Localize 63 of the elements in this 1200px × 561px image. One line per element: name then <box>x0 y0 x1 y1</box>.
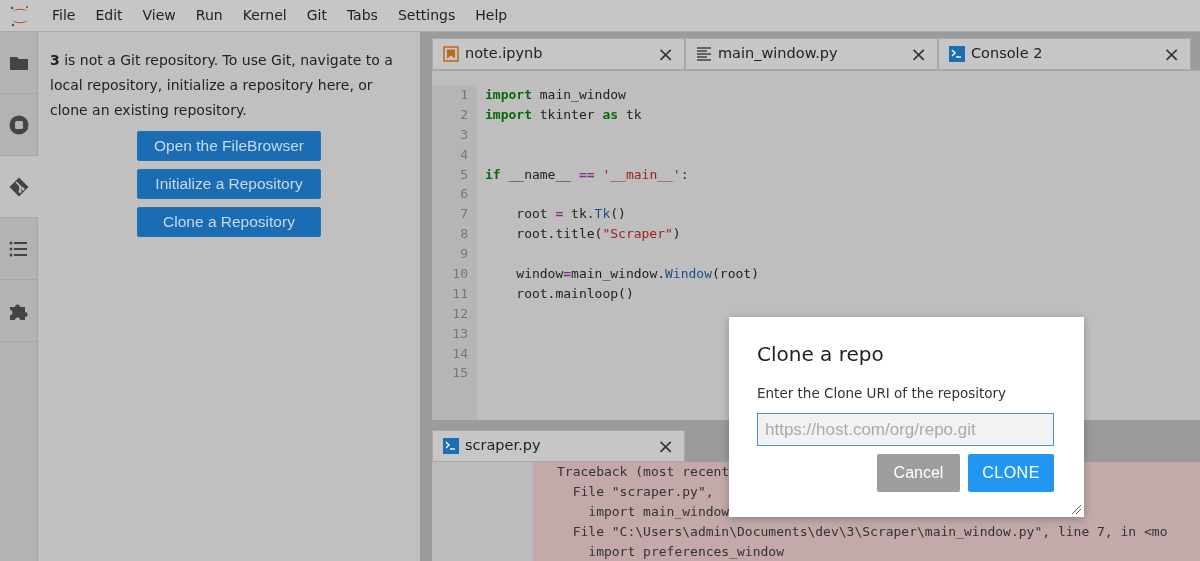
menu-item[interactable]: Tabs <box>336 5 388 26</box>
stop-icon <box>8 114 29 135</box>
code-line: root.mainloop() <box>515 285 634 301</box>
git-action-button[interactable]: Open the FileBrowser <box>137 131 321 161</box>
close-button[interactable]: × <box>657 436 674 456</box>
tab-label: note.ipynb <box>465 44 543 64</box>
code-line: if __name__ == '__main__': <box>485 166 689 182</box>
output-line: File "C:\Users\admin\Documents\dev\3\Scraper\main_window.py", line 7, in <mo <box>571 523 1168 541</box>
output-line: File "scraper.py", <box>571 483 714 501</box>
editor-tab[interactable]: main_window.py × <box>685 38 938 70</box>
line-number: 15 <box>451 364 469 383</box>
editor-tab[interactable]: scraper.py × <box>432 430 685 462</box>
menu-item[interactable]: Settings <box>387 5 466 26</box>
line-number: 2 <box>459 105 469 124</box>
tab-label: main_window.py <box>718 44 838 64</box>
menu-item[interactable]: Edit <box>85 5 133 26</box>
tab-label: Console 2 <box>971 44 1043 64</box>
code-line: window=main_window.Window(root) <box>515 266 759 281</box>
line-number: 7 <box>459 205 469 224</box>
code-line: root.title("Scraper") <box>515 226 681 242</box>
git-message: 3 is not a Git repository. To use Git, navigate to a local repository, initialize a repository here, or clone an existing repository. <box>50 51 394 120</box>
git-action-button[interactable]: Initialize a Repository <box>137 169 321 199</box>
output-line: import preferences_window <box>587 543 784 561</box>
menu-item[interactable]: View <box>132 5 186 26</box>
menu-item[interactable]: Git <box>296 5 337 26</box>
output-line: Traceback (most recent <box>557 463 730 481</box>
text-file-icon <box>696 46 712 62</box>
sidebar-tab[interactable] <box>0 156 38 218</box>
dialog-title: Clone a repo <box>757 341 885 368</box>
line-number: 12 <box>451 304 469 323</box>
line-number: 1 <box>459 86 469 104</box>
terminal-icon <box>443 438 459 454</box>
close-button[interactable]: × <box>1163 44 1180 64</box>
line-number: 4 <box>459 145 469 164</box>
line-number: 8 <box>459 225 469 244</box>
code-line: import main_window <box>485 87 626 102</box>
line-number: 6 <box>459 185 469 204</box>
url-field[interactable]: https://host.com/org/repo.git <box>757 413 1054 447</box>
line-number: 10 <box>451 265 469 283</box>
menu-item[interactable]: Kernel <box>232 5 297 26</box>
code-line: root = tk.Tk() <box>515 206 626 222</box>
git-action-button[interactable]: Clone a Repository <box>137 207 321 237</box>
code-line: import tkinter as tk <box>485 106 642 122</box>
tab-label: scraper.py <box>465 436 541 456</box>
field-label: Enter the Clone URI of the repository <box>757 384 1008 403</box>
line-number: 14 <box>451 344 469 363</box>
editor-tab[interactable]: Console 2 × <box>938 38 1191 70</box>
output-line: import main_window <box>587 503 730 521</box>
menu-item[interactable]: Help <box>465 5 518 26</box>
line-number: 5 <box>459 165 469 184</box>
menu-item[interactable]: File <box>42 5 86 26</box>
line-number: 9 <box>459 245 469 264</box>
close-button[interactable]: × <box>910 44 927 64</box>
line-number: 13 <box>451 324 469 343</box>
git-icon <box>9 176 29 197</box>
notebook-icon <box>443 46 459 62</box>
resize-grip-icon <box>1071 504 1081 514</box>
close-button[interactable]: × <box>657 44 674 64</box>
editor-tab[interactable]: note.ipynb × <box>432 38 685 70</box>
menu-item[interactable]: Run <box>185 5 233 26</box>
line-number: 3 <box>459 125 469 144</box>
terminal-icon <box>949 46 965 62</box>
line-number: 11 <box>451 284 469 303</box>
